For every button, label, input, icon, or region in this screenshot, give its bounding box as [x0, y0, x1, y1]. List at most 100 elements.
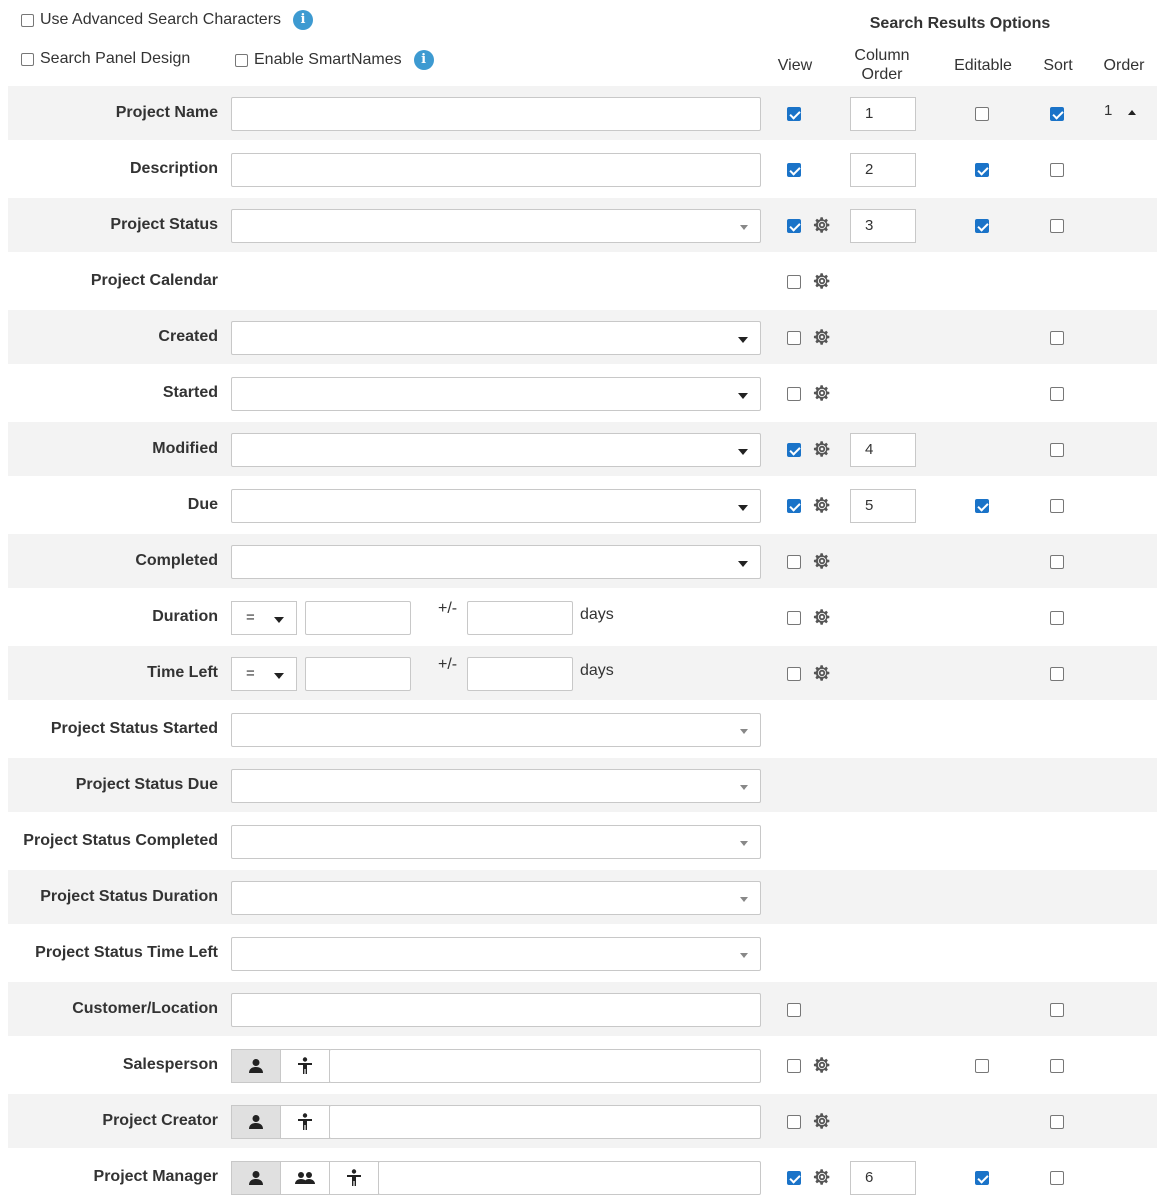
field-label: Project Status Time Left — [35, 944, 218, 961]
gear-icon[interactable] — [811, 494, 833, 516]
sort-checkbox[interactable] — [1050, 1003, 1064, 1017]
gear-icon[interactable] — [811, 662, 833, 684]
column-order-input[interactable]: 6 — [850, 1161, 916, 1195]
person-input[interactable] — [378, 1161, 761, 1195]
text-input[interactable] — [231, 993, 761, 1027]
column-order-input[interactable]: 5 — [850, 489, 916, 523]
person-icon[interactable] — [231, 1105, 281, 1139]
person-input[interactable] — [329, 1105, 761, 1139]
search-field-row: Customer/Location — [8, 982, 1157, 1036]
gear-icon[interactable] — [811, 1110, 833, 1132]
view-checkbox[interactable] — [787, 443, 801, 457]
gear-icon[interactable] — [811, 1166, 833, 1188]
view-checkbox[interactable] — [787, 499, 801, 513]
sort-checkbox[interactable] — [1050, 611, 1064, 625]
sort-checkbox[interactable] — [1050, 1171, 1064, 1185]
sort-checkbox[interactable] — [1050, 555, 1064, 569]
sort-ascending-icon[interactable] — [1128, 110, 1136, 115]
accessibility-icon[interactable] — [329, 1161, 379, 1195]
accessibility-icon[interactable] — [280, 1105, 330, 1139]
operator-select[interactable]: = — [231, 601, 297, 635]
plus-minus-label: +/- — [438, 600, 458, 617]
editable-checkbox[interactable] — [975, 1059, 989, 1073]
gear-icon[interactable] — [811, 606, 833, 628]
gear-icon[interactable] — [811, 326, 833, 348]
advanced-search-option[interactable]: Use Advanced Search Characters i — [21, 10, 314, 30]
text-input[interactable] — [231, 97, 761, 131]
column-order-input[interactable]: 4 — [850, 433, 916, 467]
gear-icon[interactable] — [811, 382, 833, 404]
tolerance-input[interactable] — [467, 601, 573, 635]
editable-checkbox[interactable] — [975, 107, 989, 121]
person-input[interactable] — [329, 1049, 761, 1083]
view-checkbox[interactable] — [787, 219, 801, 233]
gear-icon[interactable] — [811, 550, 833, 572]
accessibility-icon[interactable] — [280, 1049, 330, 1083]
smartnames-checkbox[interactable] — [235, 53, 248, 67]
view-checkbox[interactable] — [787, 1059, 801, 1073]
person-icon[interactable] — [231, 1161, 281, 1195]
people-icon[interactable] — [280, 1161, 330, 1195]
unit-label: days — [580, 662, 614, 679]
column-order-input[interactable]: 2 — [850, 153, 916, 187]
editable-checkbox[interactable] — [975, 499, 989, 513]
view-checkbox[interactable] — [787, 387, 801, 401]
text-input[interactable] — [231, 153, 761, 187]
column-order-input[interactable]: 1 — [850, 97, 916, 131]
info-icon[interactable]: i — [293, 10, 314, 30]
person-icon[interactable] — [231, 1049, 281, 1083]
sort-checkbox[interactable] — [1050, 499, 1064, 513]
view-checkbox[interactable] — [787, 555, 801, 569]
view-checkbox[interactable] — [787, 611, 801, 625]
view-checkbox[interactable] — [787, 107, 801, 121]
dropdown-select[interactable] — [231, 713, 761, 747]
dropdown-select[interactable] — [231, 937, 761, 971]
tolerance-input[interactable] — [467, 657, 573, 691]
value-input[interactable] — [305, 601, 411, 635]
smartnames-option[interactable]: Enable SmartNames i — [235, 50, 434, 70]
view-checkbox[interactable] — [787, 1003, 801, 1017]
view-checkbox[interactable] — [787, 1171, 801, 1185]
field-label: Started — [162, 384, 218, 401]
info-icon[interactable]: i — [413, 50, 434, 70]
gear-icon[interactable] — [811, 214, 833, 236]
editable-checkbox[interactable] — [975, 163, 989, 177]
sort-checkbox[interactable] — [1050, 667, 1064, 681]
gear-icon[interactable] — [811, 270, 833, 292]
value-input[interactable] — [305, 657, 411, 691]
view-checkbox[interactable] — [787, 275, 801, 289]
sort-checkbox[interactable] — [1050, 163, 1064, 177]
dropdown-select[interactable] — [231, 881, 761, 915]
advanced-search-checkbox[interactable] — [21, 13, 34, 27]
view-checkbox[interactable] — [787, 1115, 801, 1129]
sort-checkbox[interactable] — [1050, 1059, 1064, 1073]
editable-checkbox[interactable] — [975, 219, 989, 233]
editable-checkbox[interactable] — [975, 1171, 989, 1185]
view-checkbox[interactable] — [787, 163, 801, 177]
view-checkbox[interactable] — [787, 331, 801, 345]
dropdown-select[interactable] — [231, 321, 761, 355]
sort-checkbox[interactable] — [1050, 331, 1064, 345]
sort-checkbox[interactable] — [1050, 1115, 1064, 1129]
sort-checkbox[interactable] — [1050, 443, 1064, 457]
dropdown-select[interactable] — [231, 769, 761, 803]
dropdown-select[interactable] — [231, 433, 761, 467]
dropdown-select[interactable] — [231, 489, 761, 523]
plus-minus-label: +/- — [438, 656, 458, 673]
gear-icon[interactable] — [811, 438, 833, 460]
sort-checkbox[interactable] — [1050, 107, 1064, 121]
sort-checkbox[interactable] — [1050, 219, 1064, 233]
dropdown-select[interactable] — [231, 209, 761, 243]
unit-label: days — [580, 606, 614, 623]
dropdown-caret-icon — [740, 841, 748, 846]
gear-icon[interactable] — [811, 1054, 833, 1076]
view-checkbox[interactable] — [787, 667, 801, 681]
dropdown-select[interactable] — [231, 545, 761, 579]
dropdown-select[interactable] — [231, 825, 761, 859]
panel-design-option[interactable]: Search Panel Design — [21, 50, 190, 68]
operator-select[interactable]: = — [231, 657, 297, 691]
sort-checkbox[interactable] — [1050, 387, 1064, 401]
column-order-input[interactable]: 3 — [850, 209, 916, 243]
panel-design-checkbox[interactable] — [21, 52, 34, 66]
dropdown-select[interactable] — [231, 377, 761, 411]
